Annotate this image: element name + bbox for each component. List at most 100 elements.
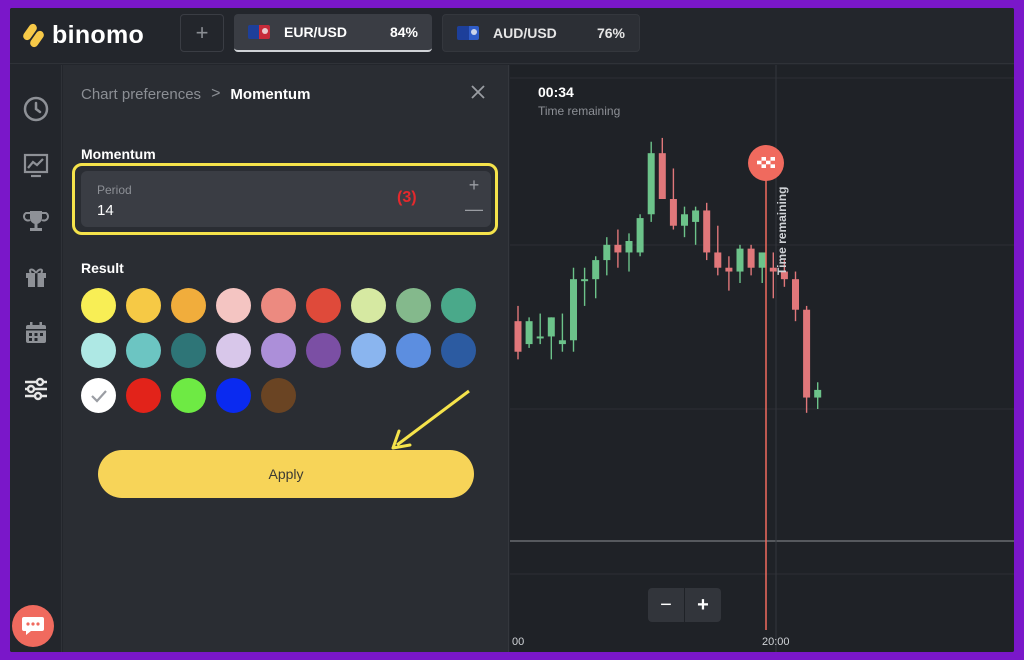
candle-up[interactable] (536, 336, 544, 339)
color-swatch[interactable] (216, 333, 251, 368)
x-tick-label: 00 (512, 636, 524, 648)
color-swatch[interactable] (171, 378, 206, 413)
color-swatch[interactable] (126, 333, 161, 368)
zoom-in-button[interactable]: + (685, 588, 721, 622)
color-swatch[interactable] (441, 288, 476, 323)
color-swatch[interactable] (216, 378, 251, 413)
chart-icon (23, 153, 49, 178)
top-bar: binomo + EUR/USD 84% AUD/USD 76% (10, 8, 1014, 64)
asset-name: EUR/USD (284, 24, 348, 40)
trophy-icon (23, 211, 49, 231)
period-value[interactable]: 14 (97, 202, 114, 219)
app-window: binomo + EUR/USD 84% AUD/USD 76% Chart p… (10, 8, 1014, 652)
candle-up[interactable] (547, 317, 555, 337)
candle-down[interactable] (725, 267, 733, 272)
period-decrement-button[interactable]: — (465, 199, 483, 220)
breadcrumb-chart-preferences[interactable]: Chart preferences (81, 86, 201, 103)
chat-icon (22, 617, 44, 635)
checkmark-icon (90, 389, 107, 403)
sidebar (10, 65, 62, 652)
color-swatch[interactable] (81, 333, 116, 368)
candle-down[interactable] (803, 309, 811, 398)
apply-button[interactable]: Apply (98, 450, 474, 498)
color-swatch[interactable] (306, 333, 341, 368)
candle-up[interactable] (592, 260, 600, 280)
candlestick-chart: Time remaining 00:34 Time remaining 00 2… (510, 65, 1014, 652)
candle-down[interactable] (658, 153, 666, 199)
candle-up[interactable] (636, 218, 644, 253)
color-swatch[interactable] (171, 288, 206, 323)
color-swatch[interactable] (261, 288, 296, 323)
sidebar-item-charts[interactable] (18, 147, 54, 183)
breadcrumb-separator: > (211, 85, 221, 102)
candle-up[interactable] (758, 252, 766, 268)
color-swatch[interactable] (441, 333, 476, 368)
expiry-time-label: Time remaining (775, 187, 789, 275)
period-input[interactable]: Period 14 (3) + — (81, 171, 491, 227)
add-asset-tab-button[interactable]: + (180, 14, 224, 52)
color-swatch[interactable] (261, 378, 296, 413)
candle-up[interactable] (736, 248, 744, 272)
candle-up[interactable] (681, 214, 688, 226)
eu-us-flag-icon (248, 25, 270, 39)
candle-up[interactable] (814, 389, 822, 398)
close-icon (471, 85, 485, 99)
candle-up[interactable] (581, 279, 589, 282)
clock-icon (23, 96, 49, 122)
color-swatch[interactable] (351, 288, 386, 323)
color-swatch[interactable] (126, 288, 161, 323)
asset-payout: 76% (596, 25, 625, 41)
candle-down[interactable] (514, 321, 522, 352)
period-label: Period (97, 183, 132, 197)
calendar-icon (26, 322, 46, 343)
gift-icon (26, 268, 46, 287)
chat-support-button[interactable] (12, 605, 54, 647)
period-increment-button[interactable]: + (465, 175, 483, 196)
section-title-momentum: Momentum (81, 146, 156, 162)
candle-up[interactable] (570, 279, 577, 341)
candle-down[interactable] (703, 210, 711, 253)
x-tick-label: 20:00 (762, 636, 790, 648)
color-swatch[interactable] (396, 288, 431, 323)
breadcrumb: Chart preferences > Momentum (81, 85, 310, 103)
close-panel-button[interactable] (467, 81, 489, 103)
color-swatch[interactable] (81, 288, 116, 323)
candle-up[interactable] (558, 340, 566, 345)
asset-tab-eur-usd[interactable]: EUR/USD 84% (234, 14, 432, 52)
logo-text: binomo (52, 20, 145, 49)
binomo-logo-icon (21, 22, 46, 49)
candle-down[interactable] (792, 279, 799, 310)
candle-up[interactable] (647, 153, 655, 215)
candle-up[interactable] (692, 210, 700, 222)
candle-up[interactable] (625, 241, 633, 253)
section-title-result: Result (81, 260, 124, 276)
candle-down[interactable] (747, 248, 755, 268)
sidebar-item-gifts[interactable] (18, 259, 54, 295)
candle-down[interactable] (669, 199, 677, 226)
sidebar-item-history[interactable] (18, 91, 54, 127)
color-swatch[interactable] (171, 333, 206, 368)
sidebar-item-chart-settings[interactable] (18, 371, 54, 407)
chart-preferences-panel: Chart preferences > Momentum Momentum Pe… (63, 65, 509, 652)
color-swatch[interactable] (306, 288, 341, 323)
sliders-icon (25, 377, 47, 401)
color-swatch[interactable] (216, 288, 251, 323)
asset-tab-aud-usd[interactable]: AUD/USD 76% (442, 14, 640, 52)
sidebar-item-tournaments[interactable] (18, 203, 54, 239)
finish-flag-icon (757, 157, 775, 168)
au-us-flag-icon (457, 26, 479, 40)
color-swatch[interactable] (396, 333, 431, 368)
candle-up[interactable] (525, 321, 533, 345)
color-swatch[interactable] (81, 378, 116, 413)
candle-up[interactable] (603, 244, 611, 261)
color-swatch[interactable] (351, 333, 386, 368)
candle-down[interactable] (614, 244, 622, 253)
color-swatch[interactable] (261, 333, 296, 368)
sidebar-item-calendar[interactable] (18, 315, 54, 351)
candle-down[interactable] (714, 252, 722, 268)
logo[interactable]: binomo (21, 20, 145, 50)
price-chart[interactable]: Time remaining 00:34 Time remaining 00 2… (510, 65, 1014, 652)
color-swatch[interactable] (126, 378, 161, 413)
asset-name: AUD/USD (493, 25, 557, 41)
zoom-out-button[interactable]: − (648, 588, 684, 622)
